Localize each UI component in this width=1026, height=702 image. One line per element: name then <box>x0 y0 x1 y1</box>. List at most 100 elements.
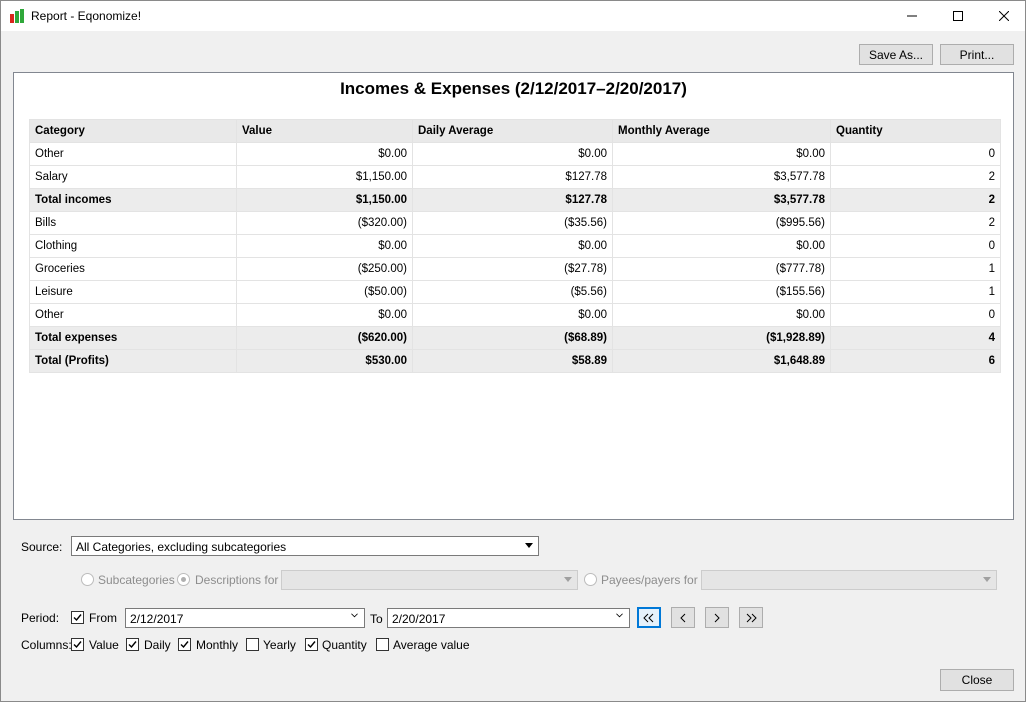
quantity-checkbox[interactable] <box>305 638 318 651</box>
cell-value: $1,150.00 <box>236 165 413 189</box>
cell-category: Total incomes <box>29 188 237 212</box>
print-button[interactable]: Print... <box>940 44 1014 65</box>
descriptions-radio[interactable] <box>177 573 190 586</box>
cell-value: $1,150.00 <box>236 188 413 212</box>
minimize-button[interactable] <box>889 1 935 31</box>
maximize-button[interactable] <box>935 1 981 31</box>
average-value-option-label: Average value <box>393 638 470 652</box>
column-header: Daily Average <box>412 119 613 143</box>
value-option-label: Value <box>89 638 119 652</box>
total-row: Total expenses ($620.00) ($68.89) ($1,928.8… <box>29 326 1001 350</box>
cell-quantity: 0 <box>830 234 1001 258</box>
average-value-checkbox[interactable] <box>376 638 389 651</box>
first-period-button[interactable] <box>637 607 661 628</box>
cell-value: ($250.00) <box>236 257 413 281</box>
cell-quantity: 2 <box>830 165 1001 189</box>
period-label: Period: <box>21 611 60 625</box>
cell-daily: $58.89 <box>412 349 613 373</box>
checkmark-icon <box>180 641 189 649</box>
subcategories-radio[interactable] <box>81 573 94 586</box>
cell-category: Groceries <box>29 257 237 281</box>
app-icon <box>10 9 24 23</box>
descriptions-select[interactable] <box>281 570 578 590</box>
checkmark-icon <box>73 614 82 622</box>
column-header: Quantity <box>830 119 1001 143</box>
source-select[interactable]: All Categories, excluding subcategories <box>71 536 539 556</box>
cell-daily: ($68.89) <box>412 326 613 350</box>
cell-category: Total expenses <box>29 326 237 350</box>
payees-select[interactable] <box>701 570 997 590</box>
cell-daily: $127.78 <box>412 188 613 212</box>
payees-radio[interactable] <box>584 573 597 586</box>
quantity-option-label: Quantity <box>322 638 367 652</box>
cell-daily: ($27.78) <box>412 257 613 281</box>
table-row: Leisure ($50.00) ($5.56) ($155.56) 1 <box>29 280 1001 304</box>
previous-period-button[interactable] <box>671 607 695 628</box>
chevron-left-icon <box>680 613 686 622</box>
cell-value: ($320.00) <box>236 211 413 235</box>
window-title: Report - Eqonomize! <box>31 9 142 23</box>
chevron-down-icon <box>983 577 991 582</box>
daily-checkbox[interactable] <box>126 638 139 651</box>
to-date-field[interactable]: 2/20/2017 <box>387 608 630 628</box>
subcategories-label: Subcategories <box>98 573 175 587</box>
cell-category: Other <box>29 303 237 327</box>
cell-monthly: $0.00 <box>612 303 831 327</box>
cell-daily: $0.00 <box>412 234 613 258</box>
value-checkbox[interactable] <box>71 638 84 651</box>
daily-option-label: Daily <box>144 638 171 652</box>
checkmark-icon <box>128 641 137 649</box>
minimize-icon <box>907 15 917 17</box>
cell-daily: ($5.56) <box>412 280 613 304</box>
cell-monthly: ($777.78) <box>612 257 831 281</box>
double-chevron-left-icon <box>643 613 654 622</box>
total-row: Total (Profits) $530.00 $58.89 $1,648.89 6 <box>29 349 1001 373</box>
checkmark-icon <box>307 641 316 649</box>
cell-value: $0.00 <box>236 142 413 166</box>
last-period-button[interactable] <box>739 607 763 628</box>
report-title: Incomes & Expenses (2/12/2017–2/20/2017) <box>340 79 687 98</box>
yearly-option-label: Yearly <box>263 638 296 652</box>
cell-monthly: $3,577.78 <box>612 188 831 212</box>
from-date-field[interactable]: 2/12/2017 <box>125 608 365 628</box>
columns-label: Columns: <box>21 638 72 652</box>
cell-quantity: 2 <box>830 188 1001 212</box>
source-selected-value: All Categories, excluding subcategories <box>76 540 287 554</box>
report-window: Report - Eqonomize! Save As... Print... … <box>0 0 1026 702</box>
chevron-down-icon <box>564 577 572 582</box>
cell-monthly: ($1,928.89) <box>612 326 831 350</box>
chevron-right-icon <box>714 613 720 622</box>
cell-quantity: 1 <box>830 280 1001 304</box>
monthly-checkbox[interactable] <box>178 638 191 651</box>
descriptions-label: Descriptions for <box>195 573 279 587</box>
cell-monthly: $0.00 <box>612 234 831 258</box>
cell-monthly: ($155.56) <box>612 280 831 304</box>
from-checkbox[interactable] <box>71 611 84 624</box>
table-row: Other $0.00 $0.00 $0.00 0 <box>29 303 1001 327</box>
yearly-checkbox[interactable] <box>246 638 259 651</box>
payees-label: Payees/payers for <box>601 573 698 587</box>
cell-quantity: 2 <box>830 211 1001 235</box>
title-bar[interactable]: Report - Eqonomize! <box>1 1 1025 31</box>
cell-daily: $0.00 <box>412 142 613 166</box>
table-row: Clothing $0.00 $0.00 $0.00 0 <box>29 234 1001 258</box>
cell-value: $0.00 <box>236 303 413 327</box>
report-table: Category Value Daily Average Monthly Ave… <box>29 119 1001 373</box>
table-row: Salary $1,150.00 $127.78 $3,577.78 2 <box>29 165 1001 189</box>
monthly-option-label: Monthly <box>196 638 239 652</box>
report-view[interactable]: Incomes & Expenses (2/12/2017–2/20/2017)… <box>13 72 1014 520</box>
checkmark-icon <box>73 641 82 649</box>
to-date-value: 2/20/2017 <box>392 612 446 626</box>
from-date-value: 2/12/2017 <box>130 612 184 626</box>
double-chevron-right-icon <box>746 613 757 622</box>
cell-category: Bills <box>29 211 237 235</box>
cell-value: $0.00 <box>236 234 413 258</box>
next-period-button[interactable] <box>705 607 729 628</box>
chevron-down-icon <box>351 613 358 618</box>
cell-category: Salary <box>29 165 237 189</box>
close-window-button[interactable] <box>981 1 1026 31</box>
close-button[interactable]: Close <box>940 669 1014 691</box>
save-as-button[interactable]: Save As... <box>859 44 933 65</box>
close-icon <box>999 11 1009 21</box>
cell-value: ($50.00) <box>236 280 413 304</box>
